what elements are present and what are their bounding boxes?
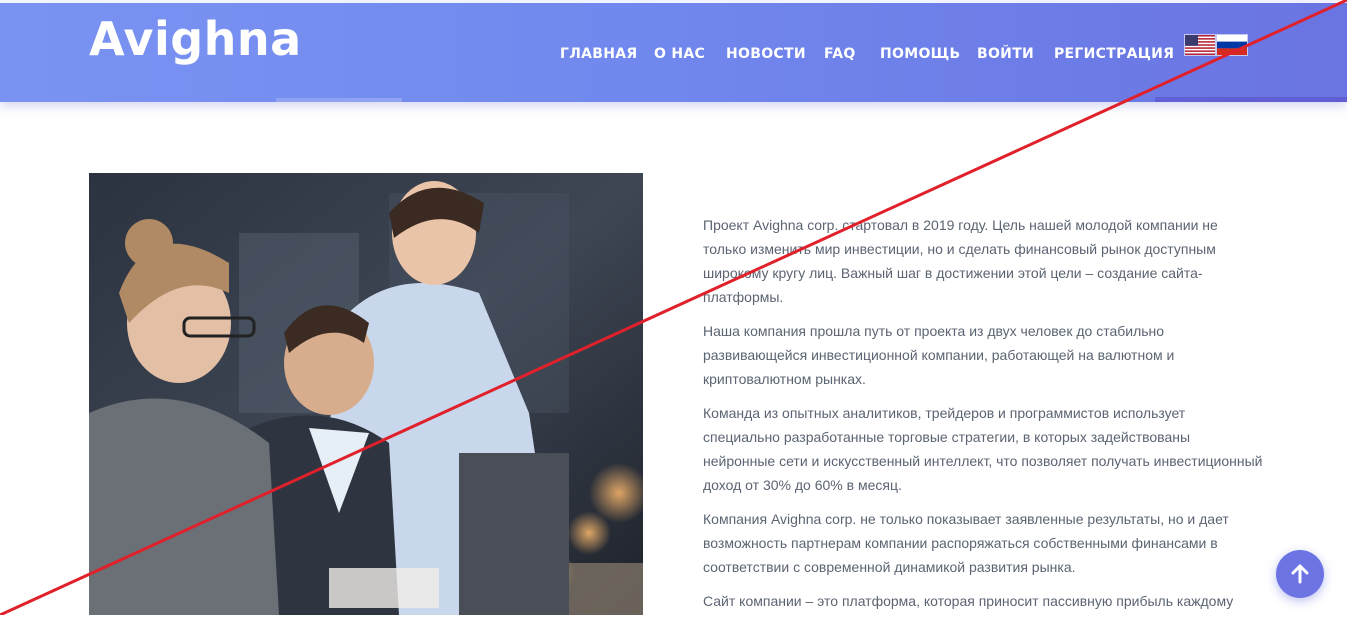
about-paragraph: Компания Avighna corp. не только показыв… xyxy=(703,511,1229,575)
arrow-up-icon xyxy=(1291,564,1309,584)
nav-item-faq[interactable]: FAQ xyxy=(824,46,856,62)
header-underline-accent xyxy=(276,98,402,102)
about-paragraph: Команда из опытных аналитиков, трейдеров… xyxy=(703,405,1263,493)
about-paragraph: Проект Avighna corp. стартовал в 2019 го… xyxy=(703,217,1218,305)
nav-item-news[interactable]: НОВОСТИ xyxy=(726,46,806,62)
team-photo xyxy=(89,173,643,615)
about-paragraph: Наша компания прошла путь от проекта из … xyxy=(703,323,1175,387)
about-paragraph: Сайт компании – это платформа, которая п… xyxy=(703,593,1234,609)
us-flag-icon[interactable] xyxy=(1184,34,1216,56)
site-header: Avighna ГЛАВНАЯ О НАС НОВОСТИ FAQ ПОМОЩЬ… xyxy=(0,0,1347,102)
nav-item-register[interactable]: РЕГИСТРАЦИЯ xyxy=(1054,46,1174,62)
scroll-top-button[interactable] xyxy=(1276,550,1324,598)
about-text: Проект Avighna corp. стартовал в 2019 го… xyxy=(703,213,1263,623)
site-logo[interactable]: Avighna xyxy=(89,12,302,66)
nav-item-help[interactable]: ПОМОЩЬ xyxy=(880,46,960,62)
nav-item-home[interactable]: ГЛАВНАЯ xyxy=(560,46,638,62)
ru-flag-icon[interactable] xyxy=(1216,34,1248,56)
header-bottom-accent xyxy=(1155,97,1347,102)
nav-item-about[interactable]: О НАС xyxy=(654,46,705,62)
header-top-line xyxy=(0,0,1347,3)
nav-item-login[interactable]: ВОЙТИ xyxy=(977,46,1034,62)
